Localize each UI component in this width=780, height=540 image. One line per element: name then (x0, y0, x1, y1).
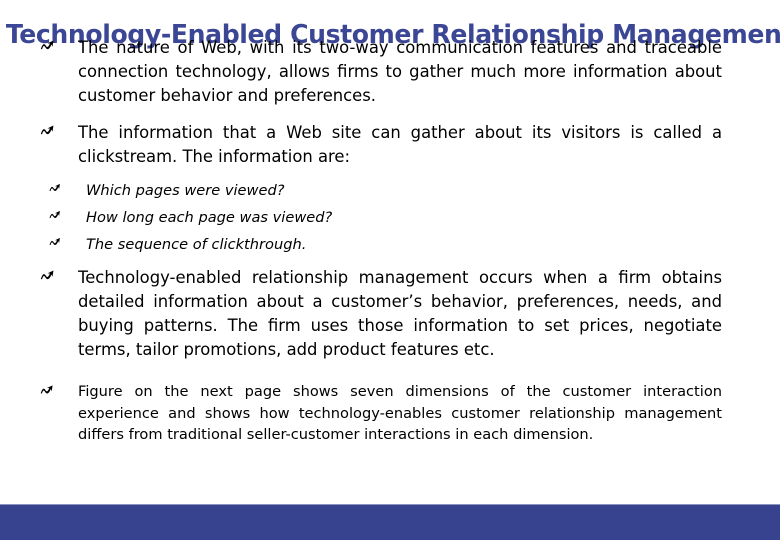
squiggle-arrow-bullet-icon (36, 382, 78, 398)
bullet-item: Figure on the next page shows seven dime… (0, 381, 780, 446)
squiggle-arrow-bullet-icon (36, 122, 78, 139)
squiggle-arrow-bullet-icon (48, 181, 86, 195)
sub-bullet-group: Which pages were viewed? How long each p… (0, 180, 780, 256)
sub-bullet-item: How long each page was viewed? (0, 207, 780, 229)
squiggle-arrow-bullet-icon (36, 37, 78, 54)
footer-bar (0, 505, 780, 540)
sub-bullet-text: Which pages were viewed? (86, 182, 285, 199)
squiggle-arrow-bullet-icon (36, 267, 78, 284)
bullet-text: The nature of Web, with its two-way comm… (78, 38, 722, 105)
sub-bullet-text: How long each page was viewed? (86, 209, 333, 226)
squiggle-arrow-bullet-icon (48, 235, 86, 249)
sub-bullet-text: The sequence of clickthrough. (86, 236, 307, 253)
sub-bullet-item: The sequence of clickthrough. (0, 234, 780, 256)
slide-body: The nature of Web, with its two-way comm… (0, 36, 780, 459)
bullet-text: Technology-enabled relationship manageme… (78, 268, 722, 359)
bullet-item: Technology-enabled relationship manageme… (0, 266, 780, 362)
bullet-text: The information that a Web site can gath… (78, 123, 722, 166)
bullet-item: The information that a Web site can gath… (0, 121, 780, 169)
squiggle-arrow-bullet-icon (48, 208, 86, 222)
presentation-slide: Technology-Enabled Customer Relationship… (0, 0, 780, 540)
sub-bullet-item: Which pages were viewed? (0, 180, 780, 202)
bullet-text: Figure on the next page shows seven dime… (78, 383, 722, 443)
bullet-item: The nature of Web, with its two-way comm… (0, 36, 780, 108)
